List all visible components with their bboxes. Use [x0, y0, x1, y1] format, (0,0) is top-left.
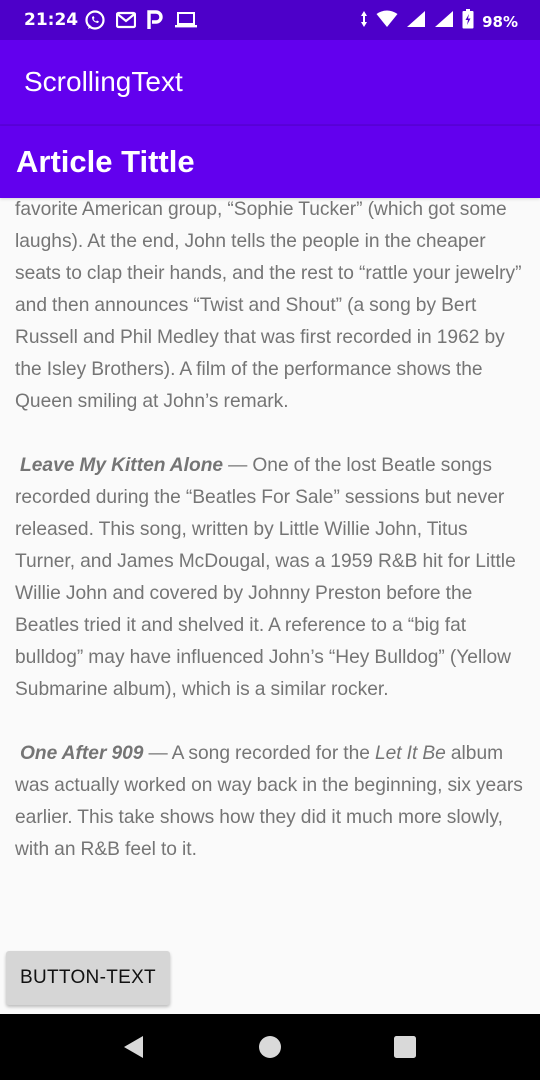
gmail-icon [115, 11, 137, 34]
battery-icon [462, 9, 474, 34]
song-title: One After 909 [20, 743, 144, 764]
app-bar: ScrollingText [0, 40, 540, 124]
laptop-icon [174, 11, 198, 34]
text-button[interactable]: BUTTON-TEXT [6, 951, 170, 1005]
song-title: Leave My Kitten Alone [20, 455, 224, 476]
article-scroll-view[interactable]: favorite American group, “Sophie Tucker”… [0, 198, 540, 933]
status-bar: 21:24 98% [0, 0, 540, 40]
paragraph-text: — A song recorded for the [143, 743, 375, 764]
home-icon[interactable] [257, 1034, 283, 1060]
paragraph-text: — One of the lost Beatle songs recorded … [15, 455, 516, 700]
data-arrows-icon [360, 10, 368, 33]
app-title: ScrollingText [24, 66, 183, 97]
signal-icon [434, 10, 454, 33]
article-paragraph: Leave My Kitten Alone — One of the lost … [15, 450, 530, 706]
battery-percent: 98% [482, 12, 518, 31]
notification-icons [84, 9, 198, 36]
recents-icon[interactable] [392, 1034, 418, 1060]
wifi-icon [376, 10, 398, 33]
article-paragraph: favorite American group, “Sophie Tucker”… [15, 199, 522, 412]
signal-icon [406, 10, 426, 33]
whatsapp-icon [84, 9, 106, 36]
back-icon[interactable] [121, 1034, 147, 1060]
p-icon [146, 10, 164, 35]
album-title: Let It Be [374, 743, 446, 764]
article-body: favorite American group, “Sophie Tucker”… [15, 198, 530, 866]
article-paragraph: One After 909 — A song recorded for the … [15, 738, 530, 866]
system-icons: 98% [360, 9, 518, 34]
article-heading: Article Tittle [16, 144, 195, 179]
navigation-bar [0, 1014, 540, 1080]
article-heading-bar: Article Tittle [0, 126, 540, 198]
status-time: 21:24 [24, 10, 79, 30]
